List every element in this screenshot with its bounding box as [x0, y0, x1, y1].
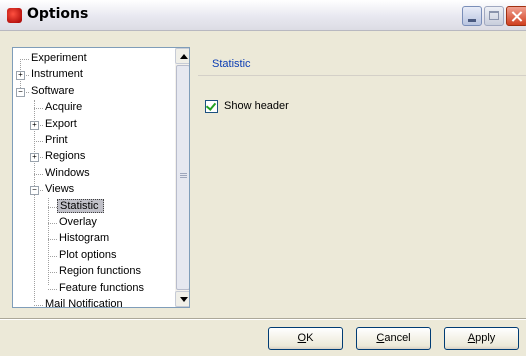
- scroll-down-button[interactable]: [175, 291, 189, 307]
- grip-line: [180, 175, 187, 176]
- collapse-icon[interactable]: −: [30, 186, 39, 196]
- title-bar[interactable]: Options: [0, 0, 526, 31]
- tree-item-label: Feature functions: [59, 281, 144, 294]
- scrollbar-thumb[interactable]: [176, 65, 189, 290]
- options-tree[interactable]: Experiment + Instrument − Software Acquire + Ex…: [12, 47, 190, 308]
- tree-connector: [48, 272, 57, 274]
- tree-item-label: Regions: [45, 150, 86, 163]
- tree-item-label: Acquire: [45, 101, 83, 114]
- tree-connector: [34, 173, 43, 176]
- tree-item[interactable]: Acquire: [43, 100, 84, 115]
- tree-item-label: Histogram: [59, 232, 110, 245]
- tree-item-label: Statistic: [57, 198, 104, 213]
- tree-item[interactable]: Histogram: [57, 231, 111, 246]
- tree-item[interactable]: Overlay: [57, 215, 99, 230]
- tree-connector: [48, 239, 57, 241]
- show-header-checkbox[interactable]: [205, 100, 218, 113]
- tree-item[interactable]: Feature functions: [57, 281, 146, 296]
- checkmark-icon: [205, 100, 217, 111]
- tree-item-label: Software: [31, 84, 75, 97]
- window-title: Options: [27, 6, 89, 22]
- tree-item-label: Plot options: [59, 248, 117, 261]
- tree-connector: [48, 255, 57, 258]
- ok-mnemonic: O: [297, 332, 307, 344]
- ok-button[interactable]: OK: [268, 327, 343, 350]
- apply-mnemonic: A: [467, 332, 476, 344]
- tree-item[interactable]: Views: [43, 182, 76, 197]
- tree-item-label: Region functions: [59, 265, 141, 278]
- tree-item-label: Experiment: [31, 52, 87, 64]
- tree-item-label: Instrument: [31, 68, 83, 81]
- tree-item[interactable]: Instrument: [29, 67, 85, 82]
- grip-line: [180, 177, 187, 178]
- tree-item[interactable]: Mail Notification: [43, 297, 125, 308]
- bottom-divider-highlight: [0, 319, 526, 320]
- expand-icon[interactable]: +: [30, 120, 39, 130]
- tree-item[interactable]: Software: [29, 84, 76, 99]
- tree-item[interactable]: Plot options: [57, 248, 118, 263]
- tree-item-label: Export: [45, 117, 77, 130]
- grip-line: [180, 173, 187, 174]
- app-icon: [7, 8, 22, 23]
- section-divider: [198, 75, 526, 76]
- tree-item[interactable]: Export: [43, 117, 79, 132]
- arrow-up-icon: [180, 54, 188, 59]
- tree-item[interactable]: Statistic: [57, 198, 104, 214]
- tree-item-label: Mail Notification: [45, 298, 123, 308]
- tree-item-label: Views: [45, 183, 75, 196]
- close-button[interactable]: [506, 6, 526, 26]
- show-header-label[interactable]: Show header: [224, 100, 289, 112]
- tree-guide: [34, 100, 36, 302]
- tree-item-label: Windows: [45, 166, 90, 179]
- tree-item[interactable]: Experiment: [29, 51, 89, 66]
- tree-connector: [34, 305, 43, 307]
- apply-label: pply: [475, 332, 496, 344]
- tree-item[interactable]: Windows: [43, 166, 92, 181]
- minimize-button[interactable]: [462, 6, 482, 26]
- cancel-button[interactable]: Cancel: [356, 327, 431, 350]
- apply-button[interactable]: Apply: [444, 327, 519, 350]
- tree-connector: [20, 59, 29, 61]
- tree-connector: [34, 108, 43, 110]
- collapse-icon[interactable]: −: [16, 87, 25, 97]
- section-title: Statistic: [212, 58, 251, 70]
- tree-connector: [48, 206, 57, 209]
- expand-icon[interactable]: +: [30, 153, 39, 163]
- tree-item[interactable]: Print: [43, 133, 70, 148]
- tree-vertical-scrollbar[interactable]: [175, 48, 189, 307]
- tree-item-label: Overlay: [59, 216, 97, 228]
- arrow-down-icon: [180, 297, 188, 302]
- tree-item[interactable]: Region functions: [57, 264, 143, 279]
- maximize-button[interactable]: [484, 6, 504, 26]
- tree-item[interactable]: Regions: [43, 149, 87, 164]
- expand-icon[interactable]: +: [16, 71, 25, 81]
- ok-label: K: [306, 332, 314, 344]
- tree-item-label: Print: [45, 134, 68, 146]
- scroll-up-button[interactable]: [175, 48, 189, 64]
- tree-connector: [48, 223, 57, 225]
- tree-connector: [48, 288, 57, 291]
- tree-connector: [34, 141, 43, 143]
- cancel-label: ancel: [384, 332, 411, 344]
